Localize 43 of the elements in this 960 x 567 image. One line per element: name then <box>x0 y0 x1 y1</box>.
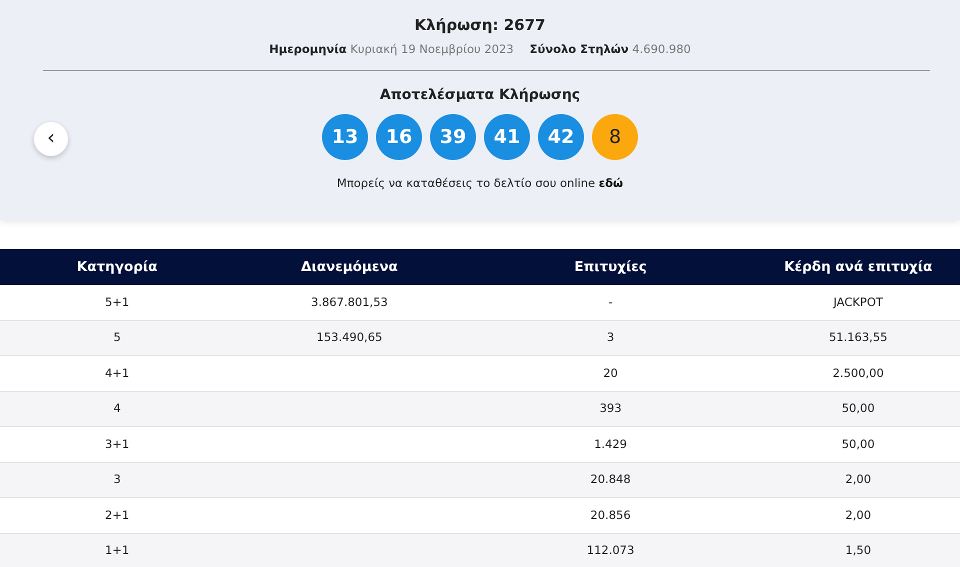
draw-title: Κλήρωση: 2677 <box>414 15 546 35</box>
table-cell: 51.163,55 <box>828 330 888 344</box>
table-cell: 2.500,00 <box>832 366 884 380</box>
table-cell: 3 <box>113 472 121 486</box>
table-cell: 3 <box>606 330 614 344</box>
table-cell: 50,00 <box>842 401 875 416</box>
table-cell: 112.073 <box>586 543 634 558</box>
number-ball: 16 <box>376 114 422 160</box>
column-header: Κατηγορία <box>76 258 158 275</box>
table-cell: 393 <box>600 401 622 416</box>
number-ball: 41 <box>484 114 530 160</box>
table-cell: 5+1 <box>104 294 130 309</box>
results-title: Αποτελέσματα Κλήρωσης <box>378 86 582 106</box>
table-cell: 20.848 <box>590 472 631 486</box>
table-cell: 1.429 <box>594 436 627 451</box>
back-button[interactable]: ‹ <box>34 122 68 156</box>
table-cell: 3+1 <box>104 436 130 451</box>
table-cell: - <box>608 294 613 309</box>
number-ball: 39 <box>430 114 476 160</box>
table-cell: 4 <box>113 401 121 416</box>
draw-date: Ημερομηνία Κυριακή 19 Νοεμβρίου 2023 <box>269 41 514 58</box>
here-link[interactable]: εδώ <box>598 176 624 190</box>
table-cell: 153.490,65 <box>316 330 382 344</box>
table-cell: 5 <box>113 330 121 344</box>
columns-total: Σύνολο Στηλών 4.690.980 <box>530 41 691 58</box>
table-cell: 20.856 <box>590 508 631 522</box>
table-cell: 4+1 <box>104 366 130 380</box>
column-header: Κέρδη ανά επιτυχία <box>784 258 932 275</box>
column-header: Επιτυχίες <box>574 258 647 275</box>
online-note: Μπορείς να καταθέσεις το δελτίο σου online εδώ <box>336 175 624 192</box>
bonus-ball: 8 <box>592 114 638 160</box>
table-cell: 50,00 <box>842 436 875 451</box>
number-ball: 13 <box>322 114 368 160</box>
table-cell: 2,00 <box>845 508 872 522</box>
number-ball: 42 <box>538 114 584 160</box>
column-header: Διανεμόμενα <box>301 258 398 275</box>
table-cell: 20 <box>603 366 618 380</box>
table-cell: 1,50 <box>845 543 872 558</box>
table-cell: 2,00 <box>845 472 872 486</box>
table-cell: 1+1 <box>104 543 130 558</box>
table-cell: JACKPOT <box>833 294 883 309</box>
table-cell: 3.867.801,53 <box>311 294 388 309</box>
table-cell: 2+1 <box>104 508 130 522</box>
